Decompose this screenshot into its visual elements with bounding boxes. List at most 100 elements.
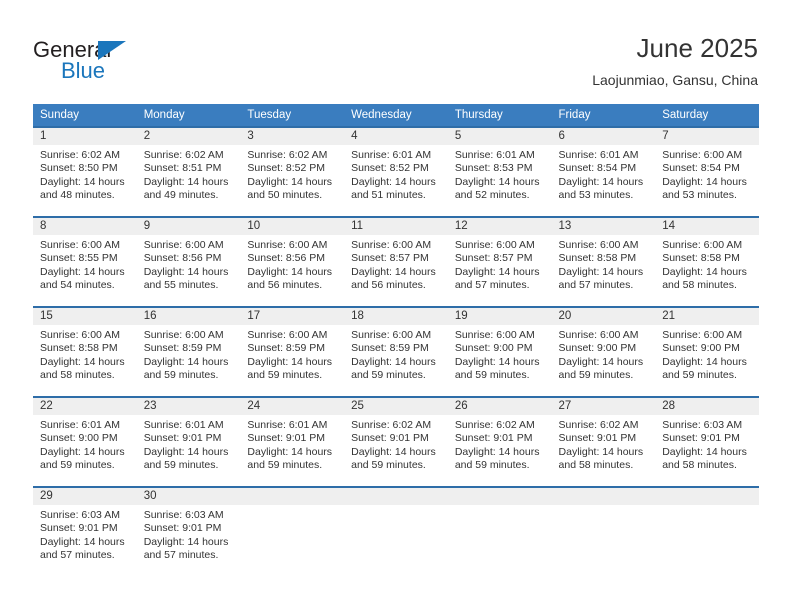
day-number: 21 — [655, 308, 759, 325]
calendar-day-cell[interactable]: 7 Sunrise: 6:00 AM Sunset: 8:54 PM Daylight… — [655, 126, 759, 217]
daylight-text-line2: and 53 minutes. — [662, 189, 737, 202]
sunset-text: Sunset: 9:01 PM — [351, 432, 429, 445]
daylight-text-line1: Daylight: 14 hours — [351, 265, 436, 278]
day-number: 11 — [344, 218, 448, 235]
sunset-text: Sunset: 8:52 PM — [351, 162, 429, 175]
calendar-day-cell[interactable]: 5 Sunrise: 6:01 AM Sunset: 8:53 PM Daylight… — [447, 126, 552, 217]
day-number: 3 — [240, 128, 345, 145]
daylight-text-line2: and 59 minutes. — [247, 459, 323, 472]
calendar-day-cell[interactable]: 11 Sunrise: 6:00 AM Sunset: 8:57 PM Dayligh… — [344, 216, 448, 307]
sunset-text: Sunset: 8:57 PM — [454, 252, 533, 265]
daylight-text-line2: and 58 minutes. — [40, 369, 115, 382]
calendar-day-cell[interactable]: 25 Sunrise: 6:02 AM Sunset: 9:01 PM Dayligh… — [344, 396, 448, 487]
sunset-text: Sunset: 8:56 PM — [247, 252, 326, 265]
calendar-day-cell[interactable]: 10 Sunrise: 6:00 AM Sunset: 8:56 PM Dayligh… — [240, 216, 345, 307]
calendar-day-cell[interactable]: 14 Sunrise: 6:00 AM Sunset: 8:58 PM Dayligh… — [655, 216, 759, 307]
calendar-day-cell[interactable]: 29 Sunrise: 6:03 AM Sunset: 9:01 PM Dayligh… — [33, 486, 137, 576]
calendar-day-cell[interactable]: 19 Sunrise: 6:00 AM Sunset: 9:00 PM Dayligh… — [447, 306, 552, 397]
daylight-text-line1: Daylight: 14 hours — [454, 175, 540, 188]
daylight-text-line1: Daylight: 14 hours — [143, 445, 229, 458]
day-number: 6 — [551, 128, 656, 145]
daylight-text-line1: Daylight: 14 hours — [558, 445, 644, 458]
sunrise-text: Sunrise: 6:00 AM — [662, 239, 743, 251]
calendar-day-cell[interactable]: 15 Sunrise: 6:00 AM Sunset: 8:58 PM Dayligh… — [33, 306, 137, 397]
calendar-day-cell[interactable]: 21 Sunrise: 6:00 AM Sunset: 9:00 PM Dayligh… — [655, 306, 759, 397]
day-number: 12 — [447, 218, 552, 235]
calendar-day-cell[interactable]: 16 Sunrise: 6:00 AM Sunset: 8:59 PM Dayligh… — [136, 306, 241, 397]
calendar-day-cell[interactable]: 24 Sunrise: 6:01 AM Sunset: 9:01 PM Dayligh… — [240, 396, 345, 487]
sunset-text: Sunset: 8:58 PM — [558, 252, 637, 265]
calendar-week-row: 22 Sunrise: 6:01 AM Sunset: 9:00 PM Dayligh… — [33, 396, 759, 487]
daylight-text-line1: Daylight: 14 hours — [40, 175, 125, 188]
day-number: 19 — [447, 308, 552, 325]
calendar-day-cell-empty — [447, 486, 552, 576]
sunset-text: Sunset: 8:57 PM — [351, 252, 429, 265]
day-number: 10 — [240, 218, 345, 235]
daylight-text-line2: and 59 minutes. — [662, 369, 737, 382]
calendar-day-cell[interactable]: 13 Sunrise: 6:00 AM Sunset: 8:58 PM Dayligh… — [551, 216, 656, 307]
calendar-day-cell[interactable]: 9 Sunrise: 6:00 AM Sunset: 8:56 PM Daylight… — [136, 216, 241, 307]
day-number: 25 — [344, 398, 448, 415]
daylight-text-line2: and 57 minutes. — [143, 549, 219, 562]
day-number: 7 — [655, 128, 759, 145]
sunset-text: Sunset: 8:54 PM — [662, 162, 740, 175]
sunset-text: Sunset: 8:56 PM — [143, 252, 222, 265]
calendar-day-cell[interactable]: 23 Sunrise: 6:01 AM Sunset: 9:01 PM Dayligh… — [136, 396, 241, 487]
sunset-text: Sunset: 8:50 PM — [40, 162, 118, 175]
sunrise-text: Sunrise: 6:00 AM — [662, 149, 743, 161]
calendar-day-cell[interactable]: 28 Sunrise: 6:03 AM Sunset: 9:01 PM Dayligh… — [655, 396, 759, 487]
calendar-page: General Blue June 2025 Laojunmiao, Gansu… — [0, 0, 792, 612]
day-number: 2 — [136, 128, 241, 145]
daylight-text-line1: Daylight: 14 hours — [40, 355, 125, 368]
sunrise-text: Sunrise: 6:02 AM — [40, 149, 120, 161]
sunrise-text: Sunrise: 6:00 AM — [247, 329, 328, 341]
calendar-day-cell[interactable]: 8 Sunrise: 6:00 AM Sunset: 8:55 PM Daylight… — [33, 216, 137, 307]
calendar-day-cell[interactable]: 20 Sunrise: 6:00 AM Sunset: 9:00 PM Dayligh… — [551, 306, 656, 397]
daylight-text-line1: Daylight: 14 hours — [662, 175, 747, 188]
sunset-text: Sunset: 9:00 PM — [558, 342, 637, 355]
calendar-week-row: 15 Sunrise: 6:00 AM Sunset: 8:58 PM Dayligh… — [33, 306, 759, 397]
calendar-day-cell[interactable]: 22 Sunrise: 6:01 AM Sunset: 9:00 PM Dayligh… — [33, 396, 137, 487]
daylight-text-line1: Daylight: 14 hours — [40, 445, 125, 458]
daylight-text-line1: Daylight: 14 hours — [558, 355, 644, 368]
daylight-text-line1: Daylight: 14 hours — [351, 355, 436, 368]
day-number: 5 — [447, 128, 552, 145]
calendar-day-cell[interactable]: 27 Sunrise: 6:02 AM Sunset: 9:01 PM Dayligh… — [551, 396, 656, 487]
daylight-text-line1: Daylight: 14 hours — [454, 445, 540, 458]
daylight-text-line2: and 59 minutes. — [351, 459, 426, 472]
weekday-header-monday: Monday — [136, 104, 241, 127]
daylight-text-line2: and 58 minutes. — [558, 459, 634, 472]
calendar-day-cell[interactable]: 1 Sunrise: 6:02 AM Sunset: 8:50 PM Daylight… — [33, 126, 137, 217]
calendar-day-cell[interactable]: 2 Sunrise: 6:02 AM Sunset: 8:51 PM Daylight… — [136, 126, 241, 217]
day-number-empty — [447, 488, 552, 505]
calendar-day-cell[interactable]: 18 Sunrise: 6:00 AM Sunset: 8:59 PM Dayligh… — [344, 306, 448, 397]
day-number: 13 — [551, 218, 656, 235]
sunset-text: Sunset: 8:55 PM — [40, 252, 118, 265]
generalblue-logo[interactable]: General Blue — [33, 38, 163, 84]
sunset-text: Sunset: 8:53 PM — [454, 162, 533, 175]
daylight-text-line1: Daylight: 14 hours — [662, 265, 747, 278]
sunrise-text: Sunrise: 6:03 AM — [40, 509, 120, 521]
calendar-day-cell[interactable]: 26 Sunrise: 6:02 AM Sunset: 9:01 PM Dayligh… — [447, 396, 552, 487]
daylight-text-line2: and 58 minutes. — [662, 279, 737, 292]
day-number: 28 — [655, 398, 759, 415]
sunrise-text: Sunrise: 6:00 AM — [454, 329, 535, 341]
daylight-text-line1: Daylight: 14 hours — [247, 445, 333, 458]
sunset-text: Sunset: 9:00 PM — [662, 342, 740, 355]
daylight-text-line1: Daylight: 14 hours — [143, 175, 229, 188]
calendar-day-cell[interactable]: 17 Sunrise: 6:00 AM Sunset: 8:59 PM Dayligh… — [240, 306, 345, 397]
daylight-text-line2: and 48 minutes. — [40, 189, 115, 202]
daylight-text-line1: Daylight: 14 hours — [247, 265, 333, 278]
calendar-day-cell[interactable]: 6 Sunrise: 6:01 AM Sunset: 8:54 PM Daylight… — [551, 126, 656, 217]
calendar-day-cell[interactable]: 12 Sunrise: 6:00 AM Sunset: 8:57 PM Dayligh… — [447, 216, 552, 307]
daylight-text-line1: Daylight: 14 hours — [143, 535, 229, 548]
daylight-text-line2: and 59 minutes. — [247, 369, 323, 382]
day-number: 26 — [447, 398, 552, 415]
daylight-text-line2: and 53 minutes. — [558, 189, 634, 202]
calendar-day-cell[interactable]: 3 Sunrise: 6:02 AM Sunset: 8:52 PM Daylight… — [240, 126, 345, 217]
calendar-day-cell[interactable]: 4 Sunrise: 6:01 AM Sunset: 8:52 PM Daylight… — [344, 126, 448, 217]
sunrise-text: Sunrise: 6:03 AM — [662, 419, 743, 431]
day-number: 15 — [33, 308, 137, 325]
calendar-day-cell[interactable]: 30 Sunrise: 6:03 AM Sunset: 9:01 PM Dayligh… — [136, 486, 241, 576]
daylight-text-line1: Daylight: 14 hours — [662, 355, 747, 368]
